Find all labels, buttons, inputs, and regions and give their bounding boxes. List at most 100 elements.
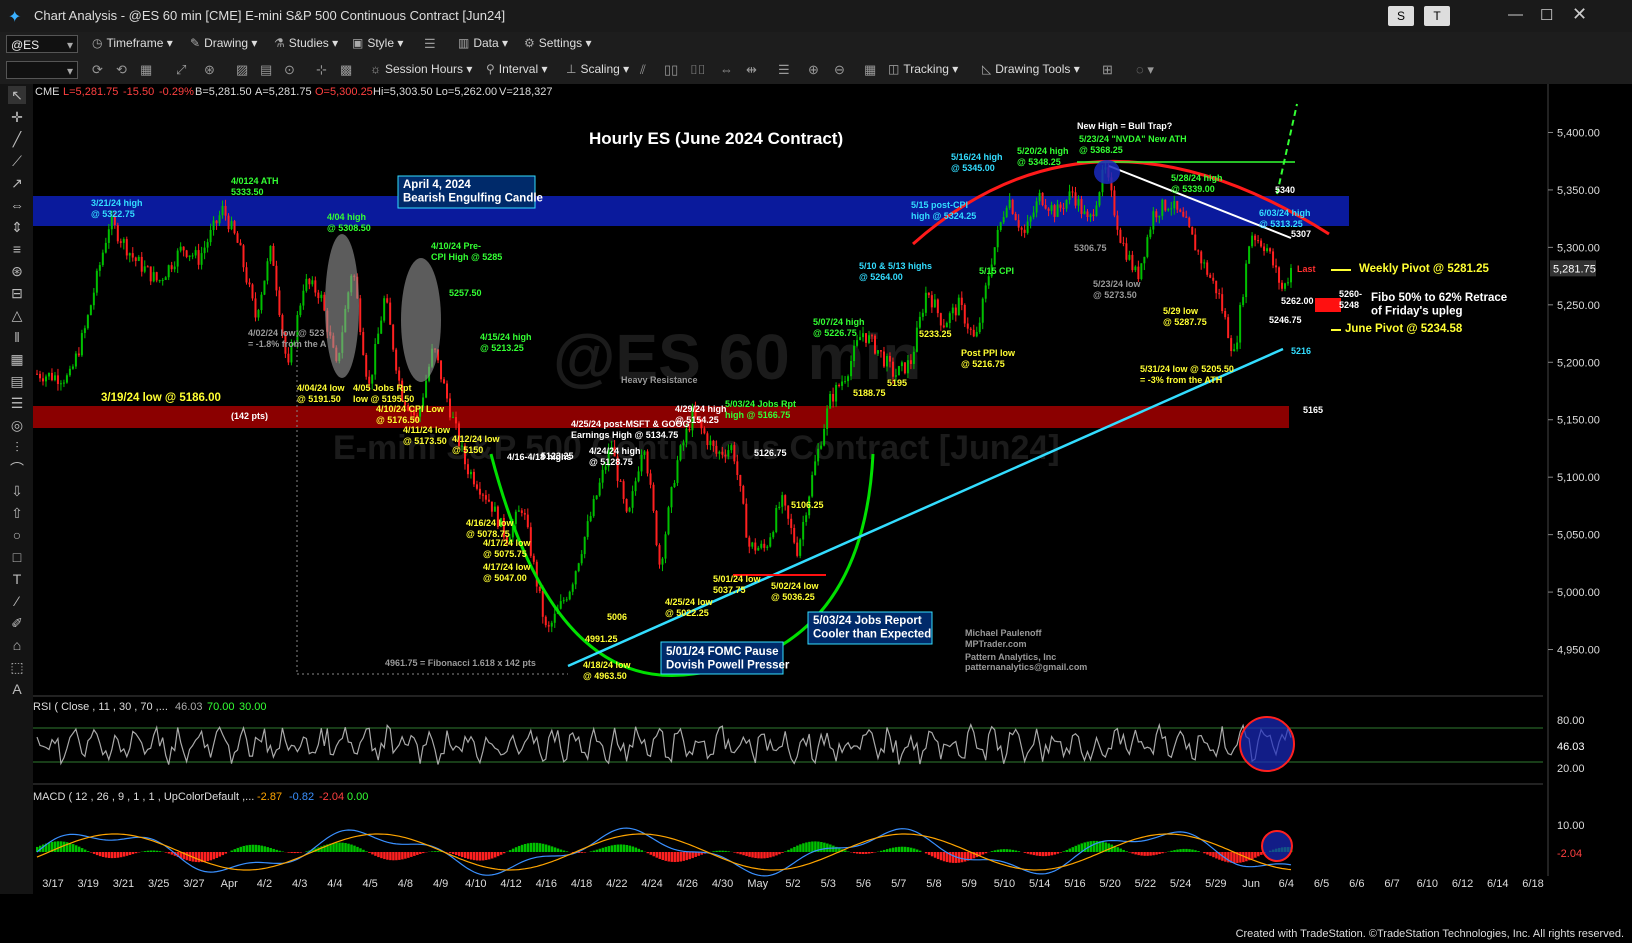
last-readout: L=5,281.75 [63, 86, 118, 98]
macd-bar [1134, 852, 1137, 855]
macd-bar [167, 852, 171, 854]
chart-area[interactable]: CME L=5,281.75 -15.50 -0.29% B=5,281.50 … [33, 84, 1632, 894]
macd-bar [520, 844, 524, 852]
link-icon[interactable]: ⊛ [204, 62, 215, 78]
macd-bar [158, 851, 162, 852]
indicator-tick-label: 10.00 [1557, 820, 1585, 832]
minimize-icon[interactable]: — [1508, 6, 1523, 23]
macd-bar [784, 851, 787, 852]
up-arrow-icon[interactable]: ⇧ [8, 504, 26, 522]
parallel-lines-icon[interactable]: ≡ [8, 240, 26, 258]
candles-icon[interactable]: ▯▯ [664, 62, 678, 78]
bars-icon[interactable]: ⫽ [640, 62, 646, 78]
maximize-icon[interactable]: ☐ [1540, 6, 1553, 24]
pointer-icon[interactable]: ↖ [8, 86, 26, 104]
layout-icon[interactable]: ☰ [424, 36, 436, 52]
time-tick-label: 4/10 [465, 878, 486, 890]
candle-body [1008, 199, 1011, 208]
chat-icon[interactable]: ◌ ▾ [1136, 62, 1154, 78]
candle-body [98, 265, 101, 271]
horizontal-line-icon[interactable]: ⇔ [8, 196, 26, 214]
drawing-tools-menu[interactable]: ◺ Drawing Tools ▾ [982, 62, 1080, 76]
data-menu[interactable]: ▥ Data ▾ [458, 36, 508, 50]
t-button[interactable]: T [1424, 6, 1450, 26]
gann-icon[interactable]: ⊛ [8, 262, 26, 280]
annotate-icon[interactable]: A [8, 680, 26, 698]
candle-body [1065, 199, 1068, 209]
highlighter-icon[interactable]: ✐ [8, 614, 26, 632]
trendline-icon[interactable]: ╱ [8, 130, 26, 148]
label-icon[interactable]: ⬚ [8, 658, 26, 676]
macd-bar [715, 850, 718, 852]
studies-menu[interactable]: ⚗ Studies ▾ [274, 36, 338, 50]
symbol-input[interactable]: @ES ▾ [6, 35, 78, 53]
zoom-icon[interactable]: ⊙ [284, 62, 295, 78]
style-menu[interactable]: ▣ Style ▾ [352, 36, 403, 50]
drawing-menu[interactable]: ✎ Drawing ▾ [190, 36, 257, 50]
text-tool-icon[interactable]: T [8, 570, 26, 588]
settings-menu[interactable]: ⚙ Settings ▾ [524, 36, 591, 50]
tag-icon[interactable]: ⌂ [8, 636, 26, 654]
vertical-line-icon[interactable]: ⇕ [8, 218, 26, 236]
rectangle-icon[interactable]: □ [8, 548, 26, 566]
zoom-out-icon[interactable]: ⊖ [834, 62, 845, 78]
interval-menu[interactable]: ⚲ Interval ▾ [486, 62, 548, 76]
macd-bar [1254, 852, 1257, 858]
expand-icon[interactable]: ⤢ [176, 62, 186, 78]
chart-annotation: 4/18/24 low [583, 660, 632, 670]
engulfing-ellipse-2 [401, 258, 441, 382]
candle-body [954, 307, 957, 316]
layers-icon[interactable]: ☰ [778, 62, 790, 78]
macd-bar [293, 852, 296, 854]
bars-tool-icon[interactable]: ‖ [8, 328, 26, 346]
interval-select[interactable]: ▾ [6, 61, 78, 79]
tools-icon[interactable]: ⊹ [316, 62, 327, 78]
expand-bars-icon[interactable]: ⇹ [746, 62, 757, 78]
add-window-icon[interactable]: ⊞ [1102, 62, 1113, 78]
scaling-menu[interactable]: ⊥ Scaling ▾ [566, 62, 629, 76]
refresh-icon[interactable]: ⟳ [92, 62, 103, 78]
space-icon[interactable]: ⌷⌷ [690, 62, 706, 78]
table-icon[interactable]: ▦ [8, 350, 26, 368]
compress-icon[interactable]: ⇔ [720, 62, 733, 77]
eraser-icon[interactable]: ⁄ [8, 592, 26, 610]
calendar-icon[interactable]: ▦ [140, 62, 152, 78]
crosshair-icon[interactable]: ▦ [864, 62, 876, 78]
close-icon[interactable]: ✕ [1572, 4, 1587, 25]
grid-icon[interactable]: ▩ [340, 62, 352, 78]
candle-body [1002, 217, 1005, 223]
macd-bar [362, 849, 365, 852]
macd-bar [1173, 850, 1176, 852]
zoom-in-icon[interactable]: ⊕ [808, 62, 819, 78]
macd-bar [1059, 852, 1063, 853]
sync-icon[interactable]: ⟲ [116, 62, 127, 78]
macd-bar [1152, 852, 1155, 856]
price-chart[interactable]: CME L=5,281.75 -15.50 -0.29% B=5,281.50 … [33, 84, 1632, 894]
arc-icon[interactable]: ⌒ [8, 460, 26, 478]
tracking-menu[interactable]: ◫ Tracking ▾ [888, 62, 958, 76]
macd-bar [80, 848, 84, 852]
list-icon[interactable]: ☰ [8, 394, 26, 412]
grid-tool-icon[interactable]: ▤ [8, 372, 26, 390]
image-icon[interactable]: ▨ [236, 62, 248, 78]
save-icon[interactable]: ▤ [260, 62, 272, 78]
candle-body [242, 245, 245, 268]
s-button[interactable]: S [1388, 6, 1414, 26]
measure-icon[interactable]: ⫶ [8, 438, 26, 456]
session-hours-menu[interactable]: ☼ Session Hours ▾ [370, 62, 472, 76]
arrow-line-icon[interactable]: ↗ [8, 174, 26, 192]
time-tick-label: 6/4 [1279, 878, 1294, 890]
down-arrow-icon[interactable]: ⇩ [8, 482, 26, 500]
fibonacci-icon[interactable]: ⊟ [8, 284, 26, 302]
triangle-icon[interactable]: △ [8, 306, 26, 324]
crosshair-tool-icon[interactable]: ✛ [8, 108, 26, 126]
candle-body [1056, 204, 1059, 217]
cycle-icon[interactable]: ◎ [8, 416, 26, 434]
candle-body [751, 542, 754, 547]
candle-body [676, 460, 679, 483]
circle-icon[interactable]: ○ [8, 526, 26, 544]
macd-bar [1023, 852, 1027, 853]
candle-body [469, 471, 472, 475]
brush-icon[interactable]: ⟋ [8, 152, 26, 170]
timeframe-menu[interactable]: ◷ Timeframe ▾ [92, 36, 173, 50]
